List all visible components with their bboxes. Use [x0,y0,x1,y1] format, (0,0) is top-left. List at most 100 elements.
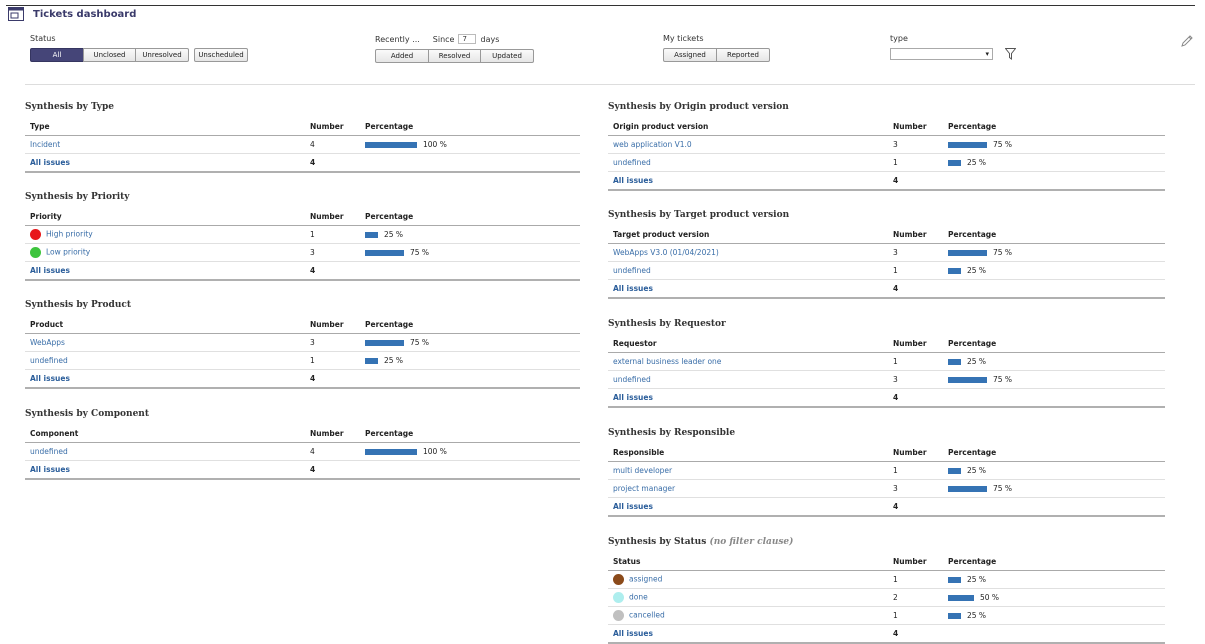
page-title: Tickets dashboard [33,8,137,20]
synthesis-table: Priority Number Percentage High priority 1 25… [25,207,580,281]
table-row: undefined 1 25 % [25,351,580,370]
percentage-bar [948,594,974,601]
percentage-value: 25 % [384,230,404,239]
section-title-text: Synthesis by Responsible [608,428,736,438]
row-number: 3 [305,333,360,352]
all-issues-link[interactable]: All issues [613,284,653,293]
status-unscheduled-button[interactable]: Unscheduled [194,48,248,62]
row-link[interactable]: external business leader one [613,357,721,366]
section-title: Synthesis by Priority [25,190,580,204]
all-issues-link[interactable]: All issues [613,393,653,402]
column-header: Requestor [608,334,888,353]
row-link[interactable]: High priority [46,230,93,239]
percentage-value: 75 % [410,338,430,347]
row-link[interactable]: undefined [613,266,651,275]
column-header: Responsible [608,443,888,462]
table-row: undefined 1 25 % [608,153,1165,172]
all-issues-link[interactable]: All issues [613,176,653,185]
row-number: 1 [888,352,943,371]
all-issues-number: 4 [305,369,360,389]
percentage-bar [948,159,961,166]
column-header: Origin product version [608,117,888,136]
row-link[interactable]: done [629,593,648,602]
chevron-down-icon: ▾ [985,50,989,58]
row-number: 3 [888,370,943,389]
percentage-value: 25 % [967,357,987,366]
status-all-button[interactable]: All [30,48,84,62]
row-link[interactable]: undefined [30,447,68,456]
all-issues-row: All issues 4 [608,171,1165,191]
all-issues-row: All issues 4 [25,153,580,173]
column-header: Percentage [943,334,1165,353]
column-header: Percentage [360,315,580,334]
all-issues-row: All issues 4 [608,279,1165,299]
all-issues-row: All issues 4 [25,369,580,389]
synthesis-table: Target product version Number Percentage We… [608,225,1165,299]
row-link[interactable]: WebApps [30,338,65,347]
all-issues-link[interactable]: All issues [30,374,70,383]
row-link[interactable]: cancelled [629,611,665,620]
synthesis-table: Requestor Number Percentage external busine… [608,334,1165,408]
all-issues-link[interactable]: All issues [30,158,70,167]
table-row: undefined 1 25 % [608,261,1165,280]
all-issues-link[interactable]: All issues [613,629,653,638]
top-divider [6,5,1195,6]
table-header-row: Status Number Percentage [608,552,1165,571]
row-number: 3 [305,243,360,262]
status-dot-icon [613,610,624,621]
column-header: Target product version [608,225,888,244]
all-issues-link[interactable]: All issues [30,266,70,275]
row-number: 1 [305,351,360,370]
row-link[interactable]: undefined [613,375,651,384]
row-link[interactable]: assigned [629,575,662,584]
section-title: Synthesis by Product [25,298,580,312]
row-link[interactable]: undefined [613,158,651,167]
row-link[interactable]: Incident [30,140,60,149]
percentage-bar [948,376,987,383]
all-issues-link[interactable]: All issues [613,502,653,511]
edit-icon[interactable] [1180,34,1194,48]
status-unresolved-button[interactable]: Unresolved [135,48,189,62]
synthesis-table: Type Number Percentage Incident 4 100 % All is… [25,117,580,173]
since-label: Since [432,34,455,44]
status-unclosed-button[interactable]: Unclosed [83,48,136,62]
days-unit-label: days [480,34,500,44]
column-header: Type [25,117,305,136]
all-issues-link[interactable]: All issues [30,465,70,474]
percentage-bar [948,249,987,256]
type-select[interactable]: ▾ [890,48,993,60]
row-link[interactable]: project manager [613,484,675,493]
row-link[interactable]: web application V1.0 [613,140,692,149]
column-header: Number [888,117,943,136]
column-header: Priority [25,207,305,226]
table-row: external business leader one 1 25 % [608,352,1165,371]
table-row: undefined 3 75 % [608,370,1165,389]
section-title-text: Synthesis by Requestor [608,319,726,329]
recently-updated-button[interactable]: Updated [480,49,534,63]
status-dot-icon [613,592,624,603]
row-link[interactable]: WebApps V3.0 (01/04/2021) [613,248,719,257]
row-link[interactable]: undefined [30,356,68,365]
days-input[interactable]: 7 [458,34,477,44]
filter-icon[interactable] [1005,48,1016,60]
recently-added-button[interactable]: Added [375,49,429,63]
percentage-value: 75 % [993,140,1013,149]
synthesis-by-product: Synthesis by Product Product Number Percent… [25,298,580,389]
column-header: Number [888,334,943,353]
percentage-bar [948,141,987,148]
row-link[interactable]: Low priority [46,248,90,257]
recently-filter: Recently ... Since 7 days Added Resolved… [375,34,534,63]
my-tickets-assigned-button[interactable]: Assigned [663,48,717,62]
table-row: multi developer 1 25 % [608,461,1165,480]
my-tickets-reported-button[interactable]: Reported [716,48,770,62]
percentage-value: 25 % [967,611,987,620]
synthesis-by-type: Synthesis by Type Type Number Percentage Inc… [25,100,580,173]
synthesis-table: Status Number Percentage assigned 1 25 % done 2… [608,552,1165,644]
percentage-bar [948,467,961,474]
row-number: 1 [888,153,943,172]
recently-resolved-button[interactable]: Resolved [428,49,481,63]
row-link[interactable]: multi developer [613,466,672,475]
synthesis-by-responsible: Synthesis by Responsible Responsible Numbe… [608,426,1165,517]
percentage-bar [948,576,961,583]
my-tickets-filter: My tickets Assigned Reported [663,34,770,62]
